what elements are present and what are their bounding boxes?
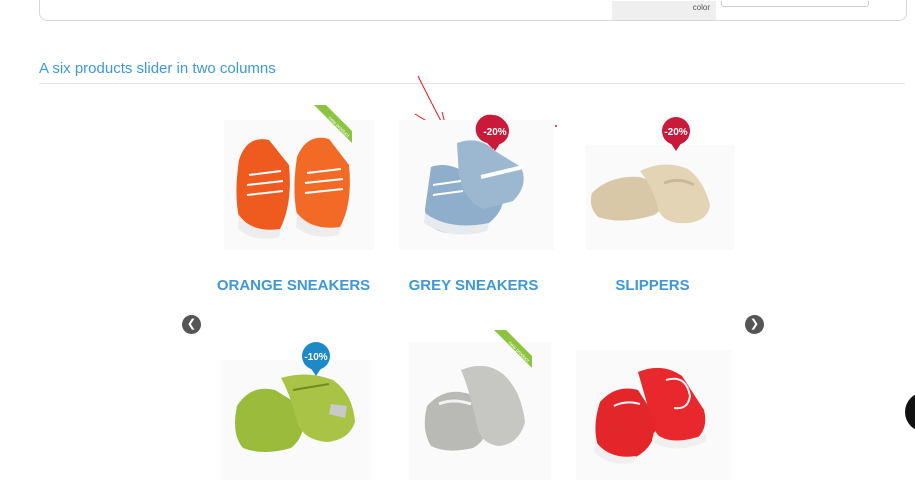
color-filter-label: color: [692, 3, 710, 12]
product-name[interactable]: GREY SNEAKERS: [391, 277, 556, 294]
slider-prev-button[interactable]: ❮: [182, 315, 201, 334]
product-link-grey-sneakers[interactable]: GREY SNEAKERS: [409, 277, 539, 294]
chevron-left-icon: ❮: [186, 318, 197, 330]
section-title: A six products slider in two columns: [39, 60, 276, 77]
product-link-slippers[interactable]: SLIPPERS: [615, 277, 689, 294]
slider-next-button[interactable]: ❯: [745, 315, 764, 334]
product-image-red-sneakers[interactable]: [570, 330, 735, 480]
discount-badge: -20%: [664, 127, 687, 138]
chat-widget-button[interactable]: [905, 392, 915, 432]
color-filter-select[interactable]: [721, 1, 869, 7]
product-name[interactable]: SLIPPERS: [570, 277, 735, 294]
product-image-grey-booties[interactable]: new product: [391, 330, 556, 480]
product-image-grey-sneakers[interactable]: -20%: [391, 105, 556, 255]
color-filter-label-box: color: [612, 1, 716, 20]
chevron-right-icon: ❯: [749, 318, 760, 330]
product-image-slippers[interactable]: -20%: [570, 105, 735, 255]
product-image-green-shoes[interactable]: -10%: [211, 330, 376, 480]
product-link-orange-sneakers[interactable]: ORANGE SNEAKERS: [217, 277, 370, 294]
product-image-orange-sneakers[interactable]: new product: [211, 105, 376, 255]
discount-badge: -20%: [483, 127, 506, 138]
product-name[interactable]: ORANGE SNEAKERS: [211, 277, 376, 294]
discount-badge: -10%: [304, 352, 327, 363]
filter-panel: color: [39, 0, 907, 21]
